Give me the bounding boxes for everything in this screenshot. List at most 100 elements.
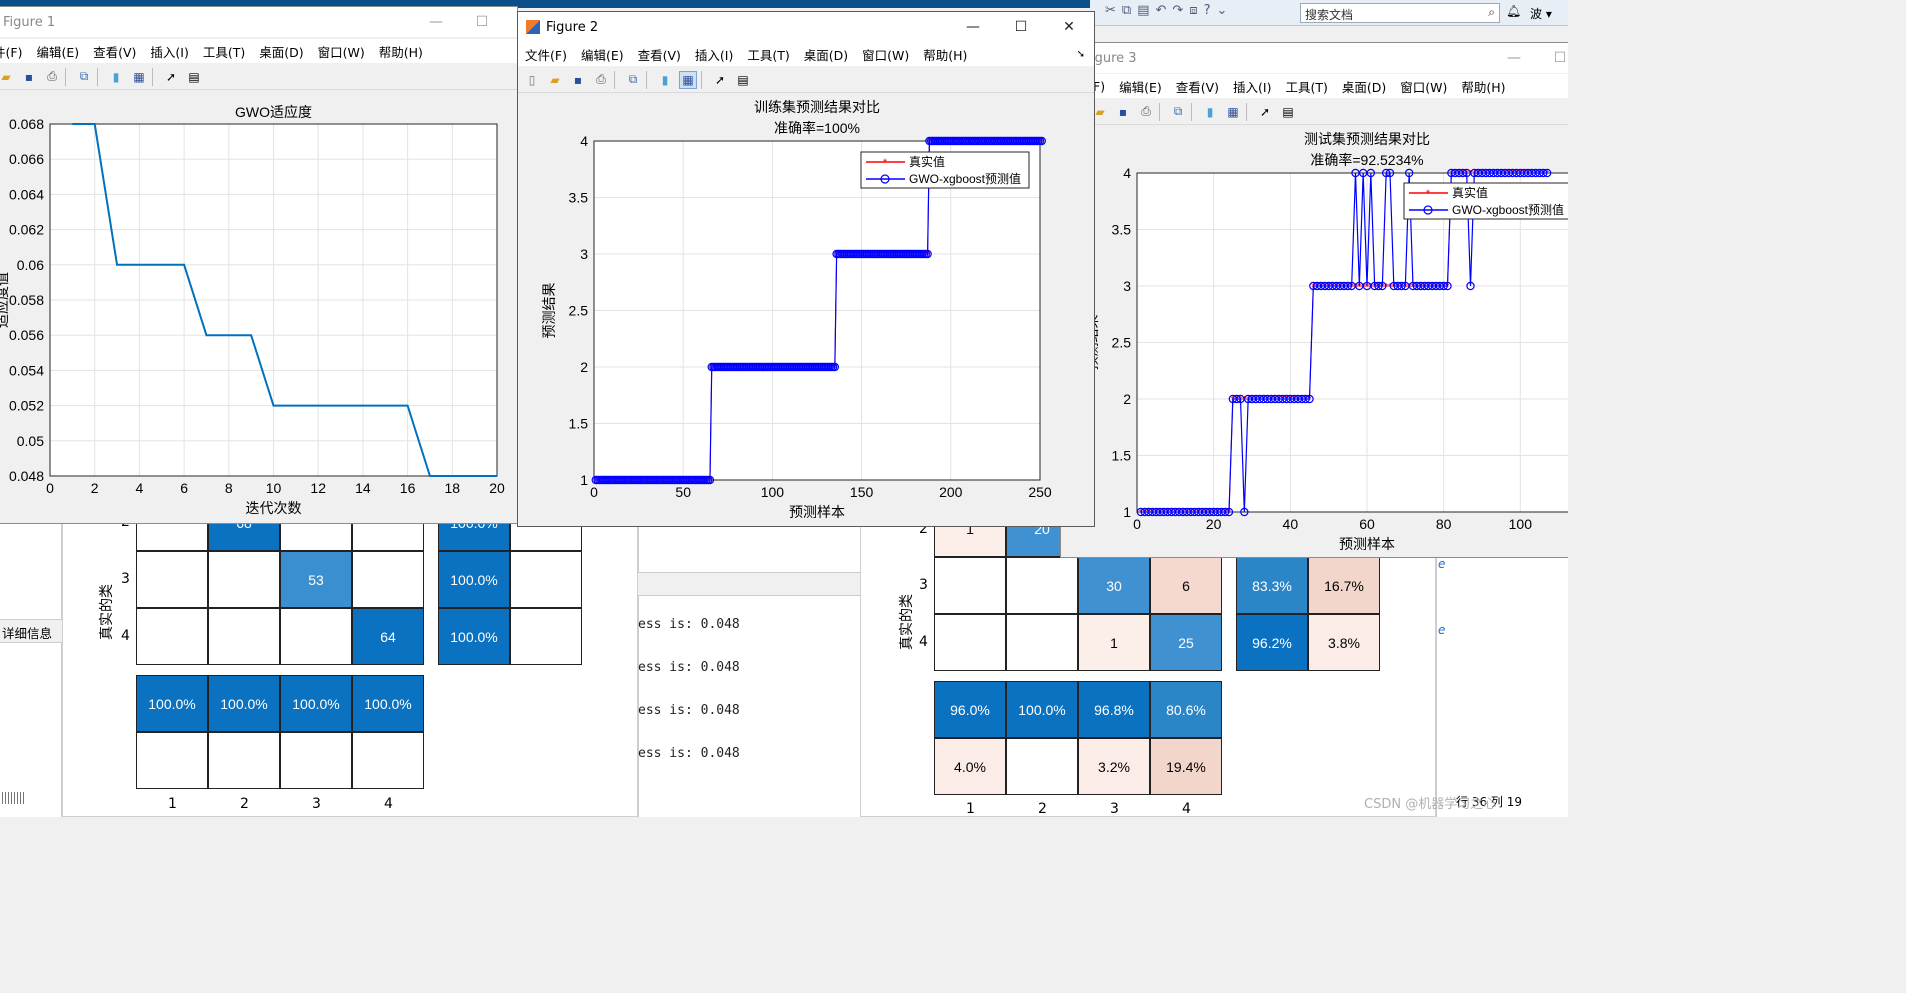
print-icon[interactable]: ⎙ bbox=[592, 71, 610, 89]
menu-edit[interactable]: 编辑(E) bbox=[581, 45, 624, 64]
property-editor-icon[interactable]: ▤ bbox=[734, 71, 752, 89]
menu-tools[interactable]: 工具(T) bbox=[1286, 77, 1328, 96]
title-bar[interactable]: igure 3 — ☐ bbox=[1061, 43, 1568, 73]
row-summary-cell: 83.3% bbox=[1236, 557, 1308, 614]
pointer-icon[interactable]: ➚ bbox=[162, 68, 180, 86]
save-icon[interactable]: ▪ bbox=[20, 68, 38, 86]
menu-view[interactable]: 查看(V) bbox=[1176, 77, 1219, 96]
copy-icon[interactable]: ⧉ bbox=[1122, 3, 1131, 23]
x-tick-label: 20 bbox=[489, 480, 505, 496]
col-summary-cell bbox=[208, 732, 280, 789]
menu-desktop[interactable]: 桌面(D) bbox=[804, 45, 848, 64]
open-icon[interactable]: ▰ bbox=[546, 71, 564, 89]
row-label: 4 bbox=[919, 634, 928, 650]
title-bar[interactable]: Figure 2 — ☐ ✕ bbox=[518, 12, 1094, 42]
save-icon[interactable]: ▪ bbox=[569, 71, 587, 89]
user-menu[interactable]: 波 ▾ bbox=[1530, 5, 1552, 22]
colorbar-icon[interactable]: ▮ bbox=[107, 68, 125, 86]
search-icon[interactable]: ⌕ bbox=[1488, 5, 1495, 20]
menu-window[interactable]: 窗口(W) bbox=[862, 45, 909, 64]
legend-icon[interactable]: ▦ bbox=[130, 68, 148, 86]
menu-window[interactable]: 窗口(W) bbox=[1400, 77, 1447, 96]
dropdown-icon[interactable]: ⌄ bbox=[1217, 3, 1228, 23]
figure-3-window[interactable]: igure 3 — ☐ F) 编辑(E) 查看(V) 插入(I) 工具(T) 桌… bbox=[1060, 42, 1568, 558]
help-icon[interactable]: ? bbox=[1204, 3, 1211, 23]
menu-insert[interactable]: 插入(I) bbox=[1233, 77, 1271, 96]
menu-bar: 件(F) 编辑(E) 查看(V) 插入(I) 工具(T) 桌面(D) 窗口(W)… bbox=[0, 39, 517, 63]
y-tick-label: 0.054 bbox=[9, 362, 44, 378]
menu-bar: 文件(F) 编辑(E) 查看(V) 插入(I) 工具(T) 桌面(D) 窗口(W… bbox=[518, 42, 1094, 66]
matrix-cell bbox=[352, 551, 424, 608]
menu-tools[interactable]: 工具(T) bbox=[747, 45, 789, 64]
search-docs-input[interactable]: 搜索文档 ⌕ bbox=[1300, 3, 1500, 23]
y-tick-label: 3 bbox=[580, 246, 588, 262]
new-figure-icon[interactable]: ▯ bbox=[523, 71, 541, 89]
property-editor-icon[interactable]: ▤ bbox=[185, 68, 203, 86]
row-summary-cell bbox=[510, 608, 582, 665]
menu-edit[interactable]: 编辑(E) bbox=[36, 42, 79, 61]
cmd-line: ess is: 0.048 bbox=[638, 703, 740, 718]
undo-icon[interactable]: ↶ bbox=[1156, 3, 1167, 23]
open-icon[interactable]: ▰ bbox=[0, 68, 15, 86]
details-tab[interactable]: 详细信息 bbox=[0, 619, 62, 643]
legend-icon[interactable]: ▦ bbox=[1224, 103, 1242, 121]
scrollbar-handle[interactable] bbox=[2, 792, 24, 804]
col-label: 4 bbox=[1182, 801, 1191, 817]
dock-arrow-icon[interactable]: ➘ bbox=[1077, 49, 1085, 60]
notification-icon[interactable]: 🔔︎ bbox=[1506, 4, 1521, 18]
figure-2-window[interactable]: Figure 2 — ☐ ✕ 文件(F) 编辑(E) 查看(V) 插入(I) 工… bbox=[517, 11, 1095, 527]
menu-insert[interactable]: 插入(I) bbox=[695, 45, 733, 64]
redo-icon[interactable]: ↷ bbox=[1172, 3, 1183, 23]
maximize-button[interactable]: ☐ bbox=[459, 7, 505, 37]
y-axis-label: 适应度值 bbox=[0, 272, 10, 328]
maximize-button[interactable]: ☐ bbox=[998, 12, 1044, 42]
train-prediction-chart: 0 50 100 150 200 25011.522.533.54训练集预测结果对比准确率… bbox=[541, 99, 1052, 520]
title-bar[interactable]: Figure 1 — ☐ bbox=[0, 7, 517, 37]
menu-file[interactable]: 文件(F) bbox=[525, 45, 567, 64]
paste-icon[interactable]: ▤ bbox=[1137, 3, 1149, 23]
menu-view[interactable]: 查看(V) bbox=[638, 45, 681, 64]
colorbar-icon[interactable]: ▮ bbox=[1201, 103, 1219, 121]
toolbar-separator bbox=[701, 70, 702, 89]
y-tick-label: 3 bbox=[1123, 278, 1131, 294]
menu-tools[interactable]: 工具(T) bbox=[203, 42, 245, 61]
pointer-icon[interactable]: ➚ bbox=[1256, 103, 1274, 121]
x-tick-label: 4 bbox=[136, 480, 144, 496]
property-editor-icon[interactable]: ▤ bbox=[1279, 103, 1297, 121]
maximize-button[interactable]: ☐ bbox=[1537, 43, 1568, 73]
menu-view[interactable]: 查看(V) bbox=[93, 42, 136, 61]
minimize-button[interactable]: — bbox=[1491, 43, 1537, 73]
toolbar-separator bbox=[614, 70, 615, 89]
print-icon[interactable]: ⎙ bbox=[1137, 103, 1155, 121]
menu-file[interactable]: 件(F) bbox=[0, 42, 22, 61]
pointer-icon[interactable]: ➚ bbox=[711, 71, 729, 89]
x-tick-label: 100 bbox=[1509, 516, 1533, 532]
link-figure-icon[interactable]: ⧉ bbox=[75, 68, 93, 86]
menu-help[interactable]: 帮助(H) bbox=[923, 45, 967, 64]
toolbar-separator bbox=[1159, 102, 1160, 121]
link-figure-icon[interactable]: ⧉ bbox=[624, 71, 642, 89]
quick-access-icons[interactable]: ✂ ⧉ ▤ ↶ ↷ ⧈? ⌄ bbox=[1105, 3, 1295, 23]
colorbar-icon[interactable]: ▮ bbox=[656, 71, 674, 89]
menu-edit[interactable]: 编辑(E) bbox=[1119, 77, 1162, 96]
switch-windows-icon[interactable]: ⧈ bbox=[1189, 3, 1197, 23]
menu-desktop[interactable]: 桌面(D) bbox=[1342, 77, 1386, 96]
menu-insert[interactable]: 插入(I) bbox=[150, 42, 188, 61]
menu-help[interactable]: 帮助(H) bbox=[379, 42, 423, 61]
minimize-button[interactable]: — bbox=[950, 12, 996, 42]
legend-icon[interactable]: ▦ bbox=[679, 70, 697, 89]
minimize-button[interactable]: — bbox=[413, 7, 459, 37]
menu-desktop[interactable]: 桌面(D) bbox=[259, 42, 303, 61]
toolbar-separator bbox=[646, 70, 647, 89]
row-summary-cell: 100.0% bbox=[438, 608, 510, 665]
link-figure-icon[interactable]: ⧉ bbox=[1169, 103, 1187, 121]
figure-1-window[interactable]: Figure 1 — ☐ 件(F) 编辑(E) 查看(V) 插入(I) 工具(T… bbox=[0, 6, 518, 524]
menu-window[interactable]: 窗口(W) bbox=[318, 42, 365, 61]
x-tick-label: 80 bbox=[1436, 516, 1452, 532]
cut-icon[interactable]: ✂ bbox=[1105, 3, 1116, 23]
close-button[interactable]: ✕ bbox=[1046, 12, 1092, 42]
print-icon[interactable]: ⎙ bbox=[43, 68, 61, 86]
save-icon[interactable]: ▪ bbox=[1114, 103, 1132, 121]
menu-help[interactable]: 帮助(H) bbox=[1461, 77, 1505, 96]
matrix-cell: 6 bbox=[1150, 557, 1222, 614]
